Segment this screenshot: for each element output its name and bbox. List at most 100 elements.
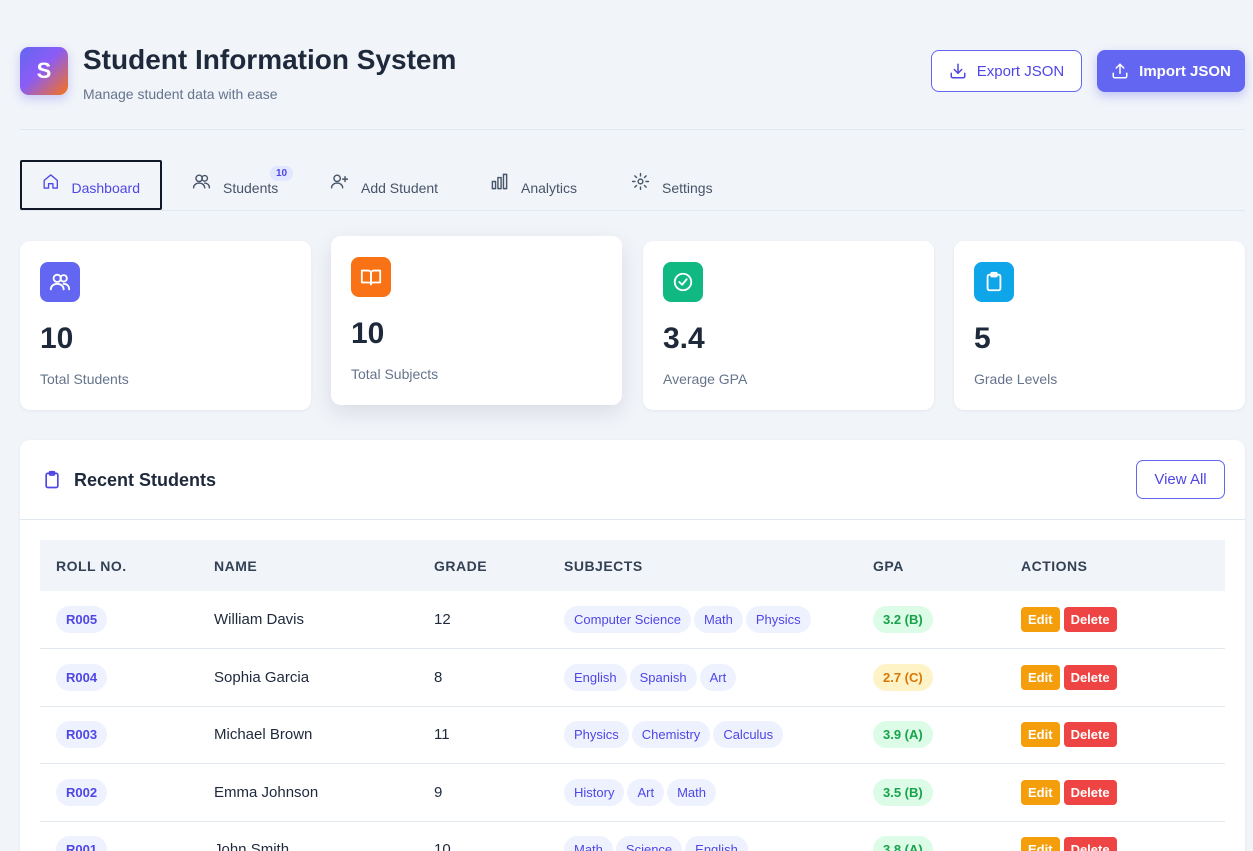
delete-button[interactable]: Delete xyxy=(1063,837,1117,851)
users-icon xyxy=(192,173,211,189)
table-row: R005 William Davis 12 Computer Science Ma… xyxy=(40,591,1225,649)
export-json-button[interactable]: Export JSON xyxy=(931,50,1082,92)
subject-chip: Math xyxy=(693,606,743,633)
bar-chart-icon xyxy=(491,173,508,189)
import-json-button[interactable]: Import JSON xyxy=(1097,50,1245,92)
delete-button[interactable]: Delete xyxy=(1063,779,1117,805)
column-header-roll: ROLL NO. xyxy=(40,540,198,591)
book-icon xyxy=(360,269,382,286)
column-header-grade: GRADE xyxy=(418,540,548,591)
tab-students[interactable]: Students 10 xyxy=(172,160,298,210)
stat-icon-box xyxy=(351,257,391,297)
edit-button[interactable]: Edit xyxy=(1021,664,1060,690)
stat-label: Average GPA xyxy=(663,371,748,387)
check-circle-icon xyxy=(673,272,693,292)
gpa-badge: 3.2 (B) xyxy=(873,606,933,633)
delete-button[interactable]: Delete xyxy=(1063,722,1117,748)
student-grade: 8 xyxy=(418,648,548,707)
roll-number-badge: R002 xyxy=(56,778,108,806)
tab-students-label: Students xyxy=(223,180,279,196)
subject-chip: Math xyxy=(667,778,716,806)
subject-chip: History xyxy=(564,778,625,806)
stat-card-total-students: 10 Total Students xyxy=(20,241,311,410)
delete-button[interactable]: Delete xyxy=(1063,664,1117,690)
roll-number-badge: R001 xyxy=(56,836,108,851)
stat-card-grade-levels: 5 Grade Levels xyxy=(954,241,1245,410)
subject-chip: Art xyxy=(699,663,737,691)
subject-chip: Art xyxy=(627,778,665,806)
table-header-row: ROLL NO. NAME GRADE SUBJECTS GPA ACTIONS xyxy=(40,540,1225,591)
table-row: R004 Sophia Garcia 8 English Spanish Art 2… xyxy=(40,648,1225,707)
tab-settings[interactable]: Settings xyxy=(611,160,733,210)
stat-value: 10 xyxy=(351,317,385,350)
edit-button[interactable]: Edit xyxy=(1021,779,1060,805)
table-row: R003 Michael Brown 11 Physics Chemistry Ca… xyxy=(40,706,1225,764)
student-name: Sophia Garcia xyxy=(198,648,418,707)
recent-students-header: Recent Students View All xyxy=(20,440,1245,520)
clipboard-icon xyxy=(45,470,59,489)
table-row: R001 John Smith 10 Math Science English 3.… xyxy=(40,821,1225,851)
view-all-button[interactable]: View All xyxy=(1136,460,1225,499)
stat-label: Grade Levels xyxy=(974,371,1058,387)
column-header-actions: ACTIONS xyxy=(1005,540,1225,591)
gpa-badge: 3.5 (B) xyxy=(873,778,933,806)
users-icon xyxy=(49,273,71,291)
gpa-badge: 2.7 (C) xyxy=(873,663,933,691)
tab-dashboard[interactable]: Dashboard xyxy=(20,160,162,210)
edit-button[interactable]: Edit xyxy=(1021,607,1060,632)
tab-analytics-label: Analytics xyxy=(521,180,578,196)
stat-label: Total Subjects xyxy=(351,366,439,382)
subject-chip: Spanish xyxy=(629,663,697,691)
student-grade: 10 xyxy=(418,821,548,851)
table-row: R002 Emma Johnson 9 History Art Math 3.5 (… xyxy=(40,763,1225,822)
tab-add-student[interactable]: Add Student xyxy=(310,160,458,210)
column-header-gpa: GPA xyxy=(857,540,1005,591)
subject-chip: Physics xyxy=(745,606,811,633)
edit-button[interactable]: Edit xyxy=(1021,837,1060,851)
home-icon xyxy=(43,173,58,189)
app-title: Student Information System xyxy=(83,44,457,75)
tab-add-student-label: Add Student xyxy=(361,180,439,196)
stat-card-total-subjects: 10 Total Subjects xyxy=(331,236,622,405)
delete-button[interactable]: Delete xyxy=(1063,607,1117,632)
subject-chip: Chemistry xyxy=(631,721,711,749)
upload-icon xyxy=(1112,63,1128,79)
tab-settings-label: Settings xyxy=(662,180,713,196)
subject-chip: English xyxy=(564,663,627,691)
stat-icon-box xyxy=(40,262,80,302)
roll-number-badge: R004 xyxy=(56,663,108,691)
subject-chip: English xyxy=(685,836,748,851)
app-subtitle: Manage student data with ease xyxy=(83,86,278,102)
recent-students-table: ROLL NO. NAME GRADE SUBJECTS GPA ACTIONS… xyxy=(40,540,1225,851)
student-name: Emma Johnson xyxy=(198,763,418,822)
stat-value: 3.4 xyxy=(663,322,705,355)
column-header-name: NAME xyxy=(198,540,418,591)
gear-icon xyxy=(631,172,650,190)
tab-analytics[interactable]: Analytics xyxy=(470,160,597,210)
stat-icon-box xyxy=(974,262,1014,302)
subject-chip: Math xyxy=(564,836,613,851)
stat-value: 5 xyxy=(974,322,991,355)
stat-value: 10 xyxy=(40,322,74,355)
download-icon xyxy=(950,63,966,79)
column-header-subjects: SUBJECTS xyxy=(548,540,857,591)
import-json-label: Import JSON xyxy=(1139,62,1231,80)
stat-icon-box xyxy=(663,262,703,302)
student-grade: 12 xyxy=(418,591,548,649)
student-name: John Smith xyxy=(198,821,418,851)
subject-chip: Calculus xyxy=(713,721,784,749)
clipboard-icon xyxy=(986,271,1002,292)
gpa-badge: 3.9 (A) xyxy=(873,721,933,749)
edit-button[interactable]: Edit xyxy=(1021,722,1060,748)
student-grade: 9 xyxy=(418,763,548,822)
main-tabs: Dashboard Students 10 Add Student Analyt… xyxy=(20,160,1245,211)
app-header: S Student Information System Manage stud… xyxy=(20,44,1245,130)
stat-card-average-gpa: 3.4 Average GPA xyxy=(643,241,934,410)
recent-students-panel: Recent Students View All ROLL NO. NAME G… xyxy=(20,440,1245,851)
gpa-badge: 3.8 (A) xyxy=(873,836,933,851)
recent-students-title: Recent Students xyxy=(74,470,217,490)
student-grade: 11 xyxy=(418,706,548,764)
subject-chip: Computer Science xyxy=(564,606,691,633)
roll-number-badge: R003 xyxy=(56,721,108,749)
student-name: Michael Brown xyxy=(198,706,418,764)
